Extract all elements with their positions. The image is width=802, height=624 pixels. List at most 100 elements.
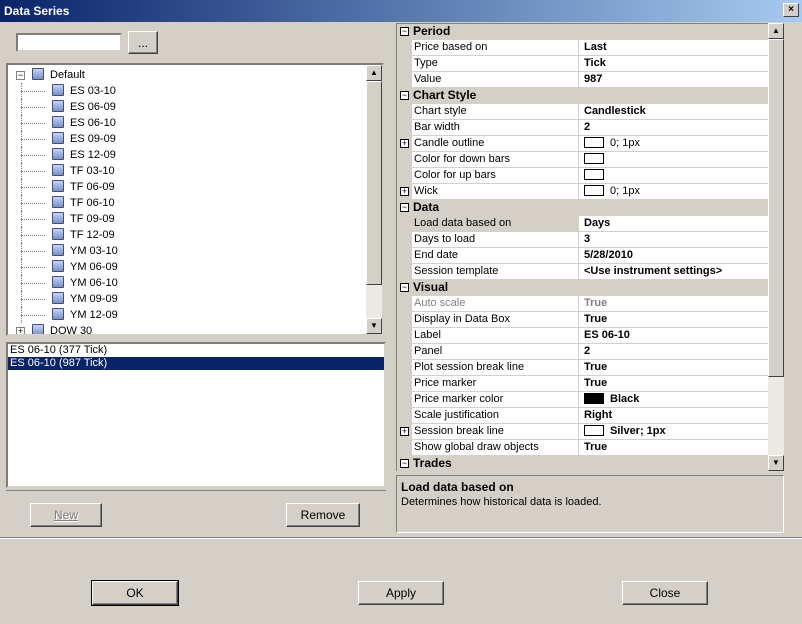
apply-button[interactable]: Apply — [358, 581, 444, 605]
property-value[interactable]: <Use instrument settings> — [584, 264, 769, 279]
property-name: Type — [412, 56, 579, 71]
row-gutter — [397, 392, 412, 408]
instrument-icon — [52, 196, 64, 208]
close-button[interactable]: Close — [622, 581, 708, 605]
property-row[interactable]: Price marker color Black — [397, 392, 769, 408]
collapse-icon[interactable]: − — [400, 203, 409, 212]
remove-button[interactable]: Remove — [286, 503, 360, 527]
property-value[interactable]: True — [584, 376, 769, 391]
property-grid-scrollbar[interactable]: ▲ ▼ — [768, 23, 784, 471]
category-label: Data — [413, 200, 440, 214]
series-item[interactable]: ES 06-10 (377 Tick) — [8, 344, 384, 357]
property-value[interactable]: 0; 1px — [584, 136, 769, 151]
property-value[interactable]: True — [584, 440, 769, 455]
property-row[interactable]: Days to load 3 — [397, 232, 769, 248]
collapse-icon[interactable]: − — [400, 91, 409, 100]
expand-icon[interactable]: + — [400, 187, 409, 196]
series-item[interactable]: ES 06-10 (987 Tick) — [8, 357, 384, 370]
property-row[interactable]: Price marker True — [397, 376, 769, 392]
property-value[interactable]: Candlestick — [584, 104, 769, 119]
instrument-icon — [52, 132, 64, 144]
property-row[interactable]: Bar width 2 — [397, 120, 769, 136]
instrument-tree[interactable]: − Default ES 03-10 ES 06-09 ES 06-10 ES 09-… — [6, 63, 384, 336]
property-row[interactable]: Value 987 — [397, 72, 769, 88]
row-gutter — [397, 440, 412, 456]
scroll-up-icon[interactable]: ▲ — [366, 65, 382, 81]
property-value[interactable]: Days — [584, 216, 769, 231]
scroll-thumb[interactable] — [768, 39, 784, 377]
property-row[interactable]: Display in Data Box True — [397, 312, 769, 328]
property-value[interactable]: 2 — [584, 120, 769, 135]
collapse-icon[interactable]: − — [400, 27, 409, 36]
property-row[interactable]: Color for down bars — [397, 152, 769, 168]
property-value[interactable] — [584, 152, 769, 167]
series-list[interactable]: ES 06-10 (377 Tick) ES 06-10 (987 Tick) — [6, 342, 386, 488]
property-row[interactable]: Label ES 06-10 — [397, 328, 769, 344]
property-value[interactable]: ES 06-10 — [584, 328, 769, 343]
scroll-down-icon[interactable]: ▼ — [366, 318, 382, 334]
property-row[interactable]: Chart style Candlestick — [397, 104, 769, 120]
property-row[interactable]: Load data based on Days — [397, 216, 769, 232]
collapse-icon[interactable]: − — [400, 459, 409, 468]
color-swatch-icon — [584, 185, 604, 196]
category-visual[interactable]: − Visual — [397, 280, 769, 296]
property-value-text: ES 06-10 — [584, 329, 630, 341]
category-period[interactable]: − Period — [397, 24, 769, 40]
ok-button[interactable]: OK — [91, 580, 179, 606]
property-name: Scale justification — [412, 408, 579, 423]
expand-icon[interactable]: + — [16, 327, 25, 334]
tree-item-label: TF 12-09 — [70, 229, 115, 241]
property-value[interactable]: 5/28/2010 — [584, 248, 769, 263]
property-row[interactable]: Session template <Use instrument settings… — [397, 264, 769, 280]
property-row[interactable]: Panel 2 — [397, 344, 769, 360]
scroll-up-icon[interactable]: ▲ — [768, 23, 784, 39]
property-value[interactable]: 3 — [584, 232, 769, 247]
property-row[interactable]: Plot session break line True — [397, 360, 769, 376]
property-row[interactable]: Color for up bars — [397, 168, 769, 184]
tree-scrollbar[interactable]: ▲ ▼ — [366, 65, 382, 334]
property-name: Days to load — [412, 232, 579, 247]
help-title: Load data based on — [401, 480, 514, 494]
tree-item-label: YM 06-10 — [70, 277, 118, 289]
property-value[interactable]: True — [584, 312, 769, 327]
new-button[interactable]: New — [30, 503, 102, 527]
property-value[interactable]: 2 — [584, 344, 769, 359]
property-value[interactable]: Silver; 1px — [584, 424, 769, 439]
property-row[interactable]: + Session break line Silver; 1px — [397, 424, 769, 440]
property-row[interactable]: Scale justification Right — [397, 408, 769, 424]
property-row[interactable]: + Wick 0; 1px — [397, 184, 769, 200]
property-value[interactable]: Right — [584, 408, 769, 423]
property-grid[interactable]: − Period Price based on Last Type Tick Value 98… — [396, 23, 784, 471]
property-value[interactable]: Tick — [584, 56, 769, 71]
property-row[interactable]: End date 5/28/2010 — [397, 248, 769, 264]
property-name: Price marker — [412, 376, 579, 391]
browse-button[interactable]: ... — [128, 31, 158, 54]
property-row[interactable]: Auto scale True — [397, 296, 769, 312]
category-data[interactable]: − Data — [397, 200, 769, 216]
category-trades[interactable]: − Trades — [397, 456, 769, 471]
property-value[interactable] — [584, 168, 769, 183]
row-gutter — [397, 40, 412, 56]
property-value[interactable]: 0; 1px — [584, 184, 769, 199]
property-row[interactable]: Price based on Last — [397, 40, 769, 56]
row-gutter — [397, 376, 412, 392]
property-value[interactable]: True — [584, 360, 769, 375]
instrument-icon — [52, 276, 64, 288]
scroll-thumb[interactable] — [366, 81, 382, 285]
instrument-search-input[interactable] — [16, 33, 122, 52]
property-row[interactable]: + Candle outline 0; 1px — [397, 136, 769, 152]
property-row[interactable]: Type Tick — [397, 56, 769, 72]
scroll-down-icon[interactable]: ▼ — [768, 455, 784, 471]
property-value[interactable]: 987 — [584, 72, 769, 87]
expand-icon[interactable]: + — [400, 427, 409, 436]
tree-item-label: YM 06-09 — [70, 261, 118, 273]
property-row[interactable]: Show global draw objects True — [397, 440, 769, 456]
property-value[interactable]: Last — [584, 40, 769, 55]
property-value[interactable]: Black — [584, 392, 769, 407]
property-value[interactable]: True — [584, 296, 769, 311]
category-chart-style[interactable]: − Chart Style — [397, 88, 769, 104]
expand-icon[interactable]: + — [400, 139, 409, 148]
collapse-icon[interactable]: − — [400, 283, 409, 292]
close-icon[interactable]: × — [783, 3, 799, 17]
collapse-icon[interactable]: − — [16, 71, 25, 80]
